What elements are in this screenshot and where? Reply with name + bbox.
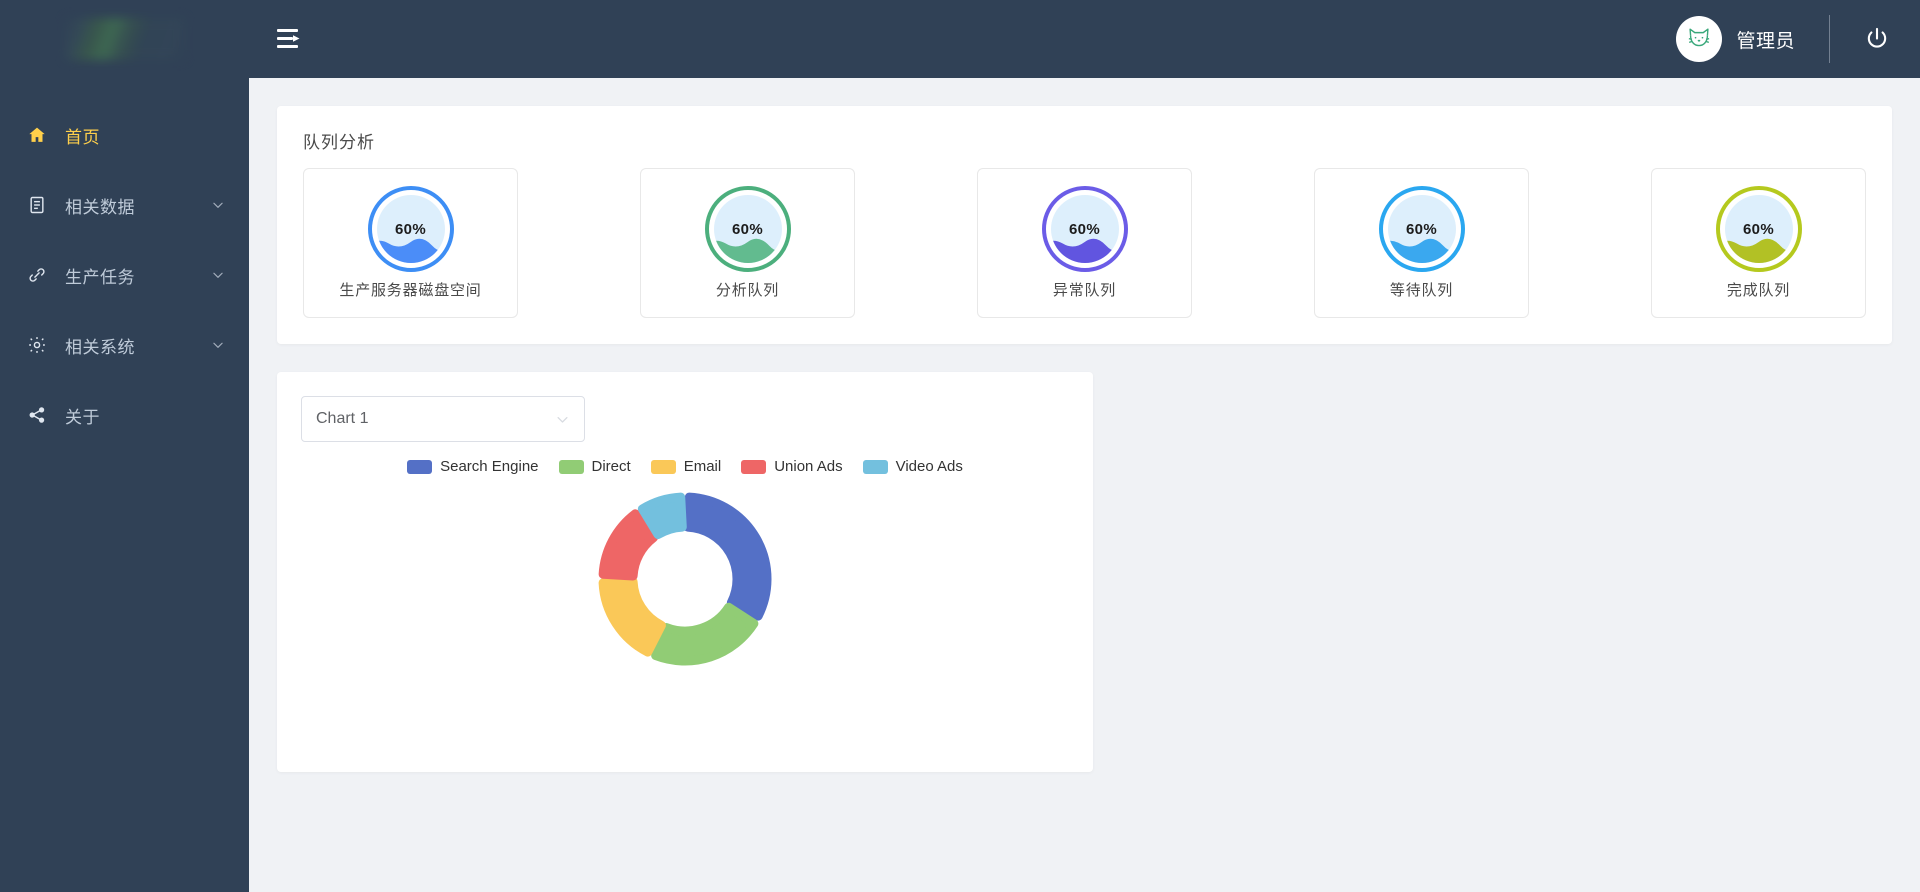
donut-chart-wrapper bbox=[301, 471, 1069, 691]
sidebar-item-production-task[interactable]: 生产任务 bbox=[0, 240, 249, 310]
donut-chart[interactable] bbox=[555, 471, 815, 691]
top-header: 管理员 bbox=[249, 0, 1920, 78]
gauge-value: 60% bbox=[1069, 220, 1100, 238]
gauge-cell-completed-queue[interactable]: 60% 完成队列 bbox=[1651, 168, 1866, 318]
gauge-cell-waiting-queue[interactable]: 60% 等待队列 bbox=[1314, 168, 1529, 318]
avatar bbox=[1676, 16, 1723, 62]
document-icon bbox=[26, 194, 48, 216]
gauge-wave-fill bbox=[713, 234, 782, 263]
sidebar-item-label: 首页 bbox=[65, 127, 100, 147]
legend-swatch bbox=[862, 459, 888, 474]
chart-select-value: Chart 1 bbox=[316, 410, 369, 427]
liquid-gauge: 60% bbox=[1041, 186, 1128, 272]
sidebar-item-label: 关于 bbox=[65, 407, 100, 427]
liquid-gauge: 60% bbox=[367, 186, 454, 272]
chevron-down-icon bbox=[213, 272, 223, 278]
gauge-value: 60% bbox=[1406, 220, 1437, 238]
gauge-label: 异常队列 bbox=[1052, 282, 1117, 299]
gauge-wave-fill bbox=[376, 234, 445, 263]
sidebar-item-label: 相关系统 bbox=[65, 337, 135, 357]
donut-slice[interactable] bbox=[683, 492, 772, 621]
header-divider bbox=[1829, 15, 1830, 63]
user-menu[interactable]: 管理员 bbox=[1676, 16, 1825, 62]
legend-label: Search Engine bbox=[440, 458, 539, 475]
logout-button[interactable] bbox=[1834, 0, 1920, 78]
gauge-cell-disk-space[interactable]: 60% 生产服务器磁盘空间 bbox=[303, 168, 518, 318]
power-icon bbox=[1867, 27, 1887, 48]
chevron-down-icon bbox=[213, 202, 223, 208]
chart-card: Chart 1 Search Engine Direct Email Union Ad… bbox=[277, 372, 1093, 772]
sidebar-item-label: 相关数据 bbox=[65, 197, 135, 217]
sidebar-item-related-data[interactable]: 相关数据 bbox=[0, 170, 249, 240]
liquid-gauge: 60% bbox=[1715, 186, 1802, 272]
donut-slice[interactable] bbox=[651, 602, 759, 666]
gauge-wave-fill bbox=[1387, 234, 1456, 263]
sidebar-item-about[interactable]: 关于 bbox=[0, 380, 249, 450]
queue-analysis-card: 队列分析 60% 生产服务器磁盘空间 60% 分析队列 60% 异常队列 60%… bbox=[277, 106, 1892, 344]
gauge-label: 等待队列 bbox=[1389, 282, 1454, 299]
user-name-label: 管理员 bbox=[1736, 30, 1795, 52]
sidebar-item-related-system[interactable]: 相关系统 bbox=[0, 310, 249, 380]
logo-container[interactable] bbox=[0, 0, 249, 78]
home-icon bbox=[26, 124, 48, 146]
legend-item[interactable]: Search Engine bbox=[407, 458, 539, 475]
link-icon bbox=[26, 264, 48, 286]
gauge-value: 60% bbox=[732, 220, 763, 238]
legend-label: Video Ads bbox=[895, 458, 963, 475]
sidebar-item-home[interactable]: 首页 bbox=[0, 100, 249, 170]
chevron-down-icon bbox=[213, 342, 223, 348]
liquid-gauge: 60% bbox=[704, 186, 791, 272]
page-content: 队列分析 60% 生产服务器磁盘空间 60% 分析队列 60% 异常队列 60%… bbox=[249, 78, 1920, 892]
donut-slice[interactable] bbox=[598, 576, 666, 657]
gauge-value: 60% bbox=[1743, 220, 1774, 238]
gauge-label: 完成队列 bbox=[1726, 282, 1791, 299]
cat-avatar-icon bbox=[1689, 28, 1710, 47]
share-icon bbox=[26, 404, 48, 426]
gear-icon bbox=[26, 334, 48, 356]
sidebar-nav: 首页 相关数据 生产任务 相关系统 关于 bbox=[0, 78, 249, 450]
menu-fold-icon[interactable] bbox=[277, 26, 307, 52]
legend-item[interactable]: Video Ads bbox=[862, 458, 963, 475]
gauge-row: 60% 生产服务器磁盘空间 60% 分析队列 60% 异常队列 60% 等待队列… bbox=[303, 168, 1866, 318]
gauge-value: 60% bbox=[395, 220, 426, 238]
gauge-cell-analysis-queue[interactable]: 60% 分析队列 bbox=[640, 168, 855, 318]
pie-chart-area: Search Engine Direct Email Union Ads Video A… bbox=[301, 458, 1069, 758]
gauge-cell-abnormal-queue[interactable]: 60% 异常队列 bbox=[977, 168, 1192, 318]
chart-select[interactable]: Chart 1 bbox=[301, 396, 585, 442]
gauge-label: 生产服务器磁盘空间 bbox=[339, 282, 482, 299]
queue-analysis-title: 队列分析 bbox=[303, 133, 375, 152]
sidebar: 首页 相关数据 生产任务 相关系统 关于 bbox=[0, 0, 249, 892]
chevron-down-icon bbox=[557, 416, 568, 423]
app-logo-blurred bbox=[64, 18, 185, 60]
legend-swatch bbox=[407, 459, 433, 474]
gauge-label: 分析队列 bbox=[715, 282, 780, 299]
main-area: 管理员 队列分析 60% 生产服务器磁盘空间 60% 分析队列 60% 异常队列… bbox=[249, 0, 1920, 892]
app-root: 首页 相关数据 生产任务 相关系统 关于 管理员 队列分析 60% 生产服务器磁… bbox=[0, 0, 1920, 892]
gauge-wave-fill bbox=[1050, 234, 1119, 263]
sidebar-item-label: 生产任务 bbox=[65, 267, 135, 287]
liquid-gauge: 60% bbox=[1378, 186, 1465, 272]
gauge-wave-fill bbox=[1724, 234, 1793, 263]
